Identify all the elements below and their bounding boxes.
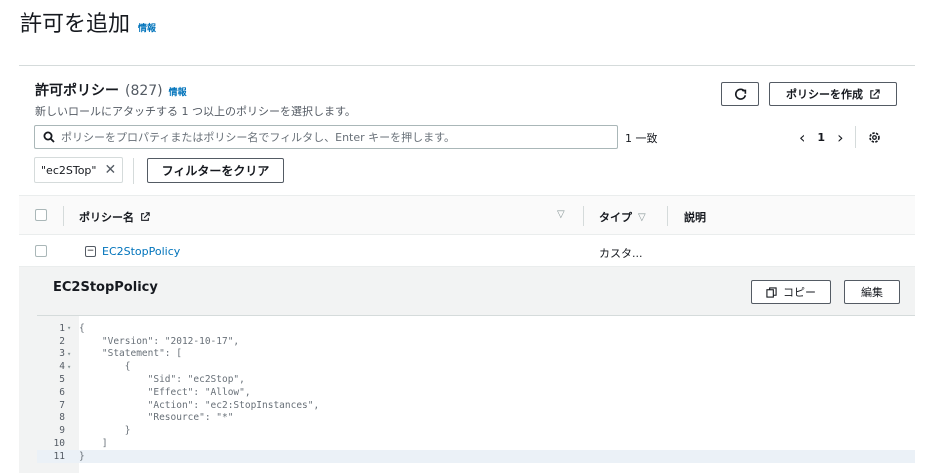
line-number: 6 xyxy=(59,386,65,398)
copy-label: コピー xyxy=(783,286,816,299)
copy-button[interactable]: コピー xyxy=(751,280,831,304)
column-divider xyxy=(63,206,64,226)
checkbox-icon xyxy=(35,245,47,257)
code-line: 11} xyxy=(37,450,915,463)
sort-down-icon: ▽ xyxy=(557,209,565,220)
table-row[interactable]: − EC2StopPolicy カスタ... xyxy=(19,235,915,267)
page-info-link[interactable]: 情報 xyxy=(138,21,156,34)
code-line: 8 "Resource": "*" xyxy=(37,412,915,425)
policy-type-cell: カスタ... xyxy=(599,245,643,261)
checkbox-icon xyxy=(35,209,47,221)
line-number: 7 xyxy=(59,399,65,411)
line-number: 10 xyxy=(53,438,65,450)
code-text: "Resource": "*" xyxy=(79,412,234,424)
line-number: 5 xyxy=(59,374,65,386)
code-line: 1 ▾{ xyxy=(37,322,915,335)
code-text: } xyxy=(79,425,131,437)
pagination: ‹ 1 › xyxy=(799,126,881,148)
column-divider xyxy=(583,206,584,226)
code-text: { xyxy=(79,322,85,334)
policy-json-editor[interactable]: 1 ▾{2 "Version": "2012-10-17", 3 ▾ "Stateme… xyxy=(37,315,915,473)
external-link-icon xyxy=(870,88,880,99)
page-title-text: 許可を追加 xyxy=(20,12,131,37)
refresh-button[interactable] xyxy=(721,82,759,106)
policy-type-text: カスタ... xyxy=(599,247,643,260)
edit-button[interactable]: 編集 xyxy=(844,280,900,304)
filter-divider xyxy=(133,158,134,184)
copy-icon xyxy=(766,286,777,298)
edit-label: 編集 xyxy=(861,286,883,299)
code-line: 7 "Action": "ec2:StopInstances", xyxy=(37,399,915,412)
collapse-icon[interactable]: − xyxy=(85,246,96,257)
refresh-icon xyxy=(734,88,746,100)
column-divider xyxy=(667,206,668,226)
clear-filter-button[interactable]: フィルターをクリア xyxy=(147,158,284,183)
line-number: 1 xyxy=(59,322,65,334)
line-number: 8 xyxy=(59,412,65,424)
row-checkbox[interactable] xyxy=(35,245,47,257)
code-text: { xyxy=(79,361,131,373)
line-number: 2 xyxy=(59,335,65,347)
create-policy-label: ポリシーを作成 xyxy=(786,88,863,101)
pager-divider xyxy=(855,126,857,148)
code-line: 3 ▾ "Statement": [ xyxy=(37,348,915,361)
code-line: 9 } xyxy=(37,424,915,437)
panel-header: 許可ポリシー (827) 情報 新しいロールにアタッチする 1 つ以上のポリシー… xyxy=(35,80,356,119)
fold-toggle-icon[interactable]: ▾ xyxy=(67,350,77,358)
fold-toggle-icon[interactable]: ▾ xyxy=(67,363,77,371)
line-number: 3 xyxy=(59,348,65,360)
line-number: 11 xyxy=(53,450,65,462)
create-policy-button[interactable]: ポリシーを作成 xyxy=(769,82,897,106)
panel-title: 許可ポリシー (827) 情報 xyxy=(35,80,356,100)
line-number: 4 xyxy=(59,361,65,373)
clear-filter-label: フィルターをクリア xyxy=(161,164,270,178)
sort-policy-name[interactable]: ▽ xyxy=(557,209,565,220)
search-placeholder: ポリシーをプロパティまたはポリシー名でフィルタし、Enter キーを押します。 xyxy=(61,131,456,144)
column-description-label: 説明 xyxy=(684,211,706,224)
search-icon xyxy=(43,131,55,143)
policy-detail-panel: EC2StopPolicy コピー 編集 1 ▾{2 "Version": "20… xyxy=(19,267,915,473)
external-link-icon xyxy=(141,212,150,221)
code-line: 2 "Version": "2012-10-17", xyxy=(37,335,915,348)
policy-count: (827) xyxy=(125,83,163,99)
close-icon[interactable]: ✕ xyxy=(104,162,116,178)
column-type-label: タイプ xyxy=(599,211,632,224)
search-input[interactable]: ポリシーをプロパティまたはポリシー名でフィルタし、Enter キーを押します。 xyxy=(34,125,618,149)
code-text: ] xyxy=(79,438,108,450)
match-count: 1 一致 xyxy=(625,132,658,145)
code-text: "Statement": [ xyxy=(79,348,182,360)
filter-token: "ec2STop" ✕ xyxy=(34,157,124,183)
select-all-checkbox[interactable] xyxy=(35,209,47,221)
filter-token-text: "ec2STop" xyxy=(41,163,97,177)
policy-name-cell: − EC2StopPolicy xyxy=(85,245,180,258)
code-line: 10 ] xyxy=(37,437,915,450)
code-line: 4 ▾ { xyxy=(37,360,915,373)
column-policy-name-label: ポリシー名 xyxy=(79,211,134,224)
code-line: 6 "Effect": "Allow", xyxy=(37,386,915,399)
line-number: 9 xyxy=(59,425,65,437)
permission-policies-panel: 許可ポリシー (827) 情報 新しいロールにアタッチする 1 つ以上のポリシー… xyxy=(19,65,915,473)
code-text: "Effect": "Allow", xyxy=(79,386,251,398)
current-page-number[interactable]: 1 xyxy=(817,131,825,144)
column-description[interactable]: 説明 xyxy=(684,209,706,225)
fold-toggle-icon[interactable]: ▾ xyxy=(67,324,77,332)
panel-title-text: 許可ポリシー xyxy=(35,83,119,99)
code-text: "Sid": "ec2Stop", xyxy=(79,374,245,386)
code-text: "Version": "2012-10-17", xyxy=(79,335,240,347)
policy-detail-title: EC2StopPolicy xyxy=(53,280,158,295)
column-policy-name[interactable]: ポリシー名 xyxy=(79,209,150,225)
code-text: } xyxy=(79,450,85,462)
table-header: ポリシー名 ▽ タイプ ▽ 説明 xyxy=(19,195,915,235)
next-page-icon[interactable]: › xyxy=(837,128,843,147)
column-type[interactable]: タイプ ▽ xyxy=(599,209,646,225)
panel-info-link[interactable]: 情報 xyxy=(169,85,187,98)
policy-name-link[interactable]: EC2StopPolicy xyxy=(102,245,180,258)
previous-page-icon[interactable]: ‹ xyxy=(799,128,805,147)
code-text: "Action": "ec2:StopInstances", xyxy=(79,399,320,411)
page-title: 許可を追加 情報 xyxy=(20,6,156,38)
gear-icon[interactable] xyxy=(868,131,881,144)
code-line: 5 "Sid": "ec2Stop", xyxy=(37,373,915,386)
panel-description: 新しいロールにアタッチする 1 つ以上のポリシーを選択します。 xyxy=(35,105,356,118)
sort-down-icon: ▽ xyxy=(638,211,646,223)
